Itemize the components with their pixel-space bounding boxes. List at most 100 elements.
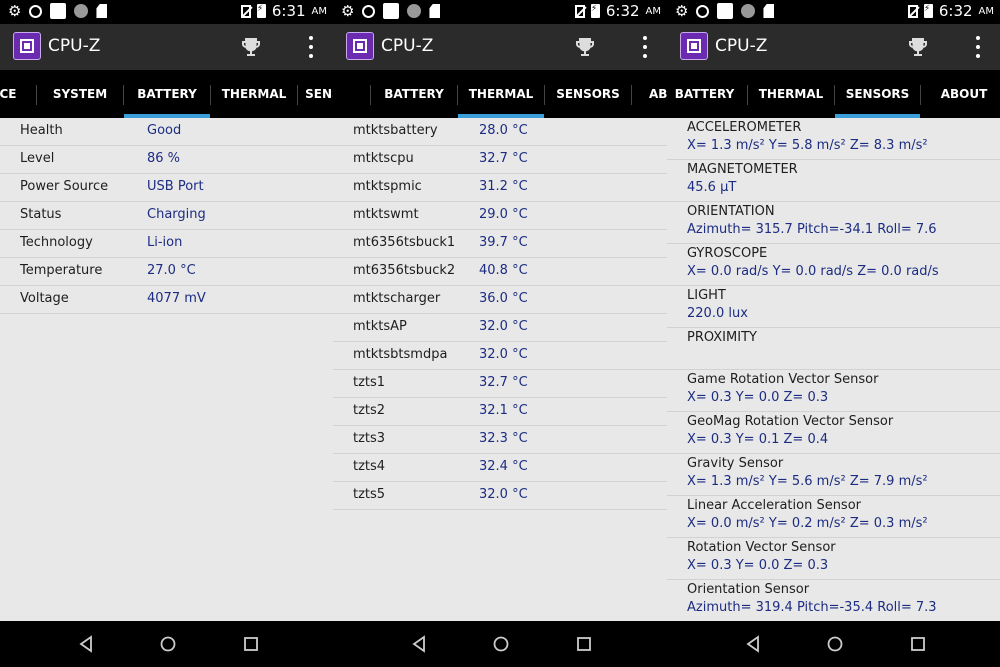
sensor-reading: 220.0 lux [687, 306, 748, 321]
sensor-name: GeoMag Rotation Vector Sensor [687, 414, 894, 429]
row-value: 27.0 °C [147, 263, 196, 278]
row-value: 32.7 °C [479, 375, 528, 390]
tab-about[interactable]: AB [649, 70, 667, 118]
tab-about[interactable]: ABOUT [921, 70, 1000, 118]
no-sim-icon [907, 4, 918, 18]
cpu-z-logo-icon [680, 32, 708, 60]
row-label: tzts4 [353, 459, 386, 474]
sensor-reading: X= 1.3 m/s² Y= 5.8 m/s² Z= 8.3 m/s² [687, 138, 928, 153]
tab-bar: BATTERY THERMAL SENSORS ABOUT [667, 70, 1000, 118]
app-bar: CPU-Z [667, 24, 1000, 70]
trophy-icon[interactable] [906, 35, 930, 59]
no-sim-icon [240, 4, 251, 18]
tab-thermal[interactable]: THERMAL [458, 70, 544, 118]
notification-square-icon [50, 3, 67, 19]
tab-bar: CE SYSTEM BATTERY THERMAL SENSO [0, 70, 333, 118]
row-value: Charging [147, 207, 206, 222]
data-saver-icon [696, 4, 710, 18]
sensor-reading: 45.6 μT [687, 180, 737, 195]
row-value: 32.1 °C [479, 403, 528, 418]
recents-icon[interactable] [908, 634, 928, 654]
gear-icon: ⚙ [675, 1, 689, 20]
table-row: tzts1 32.7 °C [333, 370, 667, 398]
sensor-name: Gravity Sensor [687, 456, 784, 471]
sim-icon [763, 4, 775, 18]
tab-bar: BATTERY THERMAL SENSORS AB [333, 70, 667, 118]
sensor-name: MAGNETOMETER [687, 162, 798, 177]
list-item: Orientation Sensor Azimuth= 319.4 Pitch=-… [667, 580, 1000, 622]
sensor-reading: X= 0.0 rad/s Y= 0.0 rad/s Z= 0.0 rad/s [687, 264, 939, 279]
tab-battery[interactable]: BATTERY [124, 70, 210, 118]
table-row: Voltage 4077 mV [0, 286, 333, 314]
sim-icon [96, 4, 108, 18]
recents-icon[interactable] [241, 634, 261, 654]
row-label: Technology [20, 235, 93, 250]
more-vert-icon[interactable] [974, 36, 982, 58]
table-row: mtktsbtsmdpa 32.0 °C [333, 342, 667, 370]
notification-square-icon [383, 3, 400, 19]
more-vert-icon[interactable] [307, 36, 315, 58]
row-value: 32.0 °C [479, 347, 528, 362]
table-row: mtktswmt 29.0 °C [333, 202, 667, 230]
row-value: Li-ion [147, 235, 183, 250]
phone-screen-thermal: ⚙ 6:32 AM CPU-Z BATTERY [333, 0, 667, 667]
sensor-reading: X= 0.3 Y= 0.0 Z= 0.3 [687, 558, 829, 573]
tab-battery[interactable]: BATTERY [371, 70, 457, 118]
list-item: Linear Acceleration Sensor X= 0.0 m/s² Y=… [667, 496, 1000, 538]
status-bar: ⚙ 6:31 AM [0, 0, 333, 24]
clock-ampm: AM [311, 5, 327, 17]
tab-thermal[interactable]: THERMAL [211, 70, 297, 118]
sensor-reading: X= 0.3 Y= 0.1 Z= 0.4 [687, 432, 829, 447]
table-row: Level 86 % [0, 146, 333, 174]
sensor-name: Rotation Vector Sensor [687, 540, 836, 555]
table-row: mtktscharger 36.0 °C [333, 286, 667, 314]
sensor-reading: X= 0.3 Y= 0.0 Z= 0.3 [687, 390, 829, 405]
home-icon[interactable] [158, 634, 178, 654]
row-value: Good [147, 123, 182, 138]
row-label: tzts2 [353, 403, 386, 418]
row-value: 28.0 °C [479, 123, 528, 138]
tab-sensors[interactable]: SENSO [298, 70, 333, 118]
dot-icon [74, 4, 89, 18]
list-item: Game Rotation Vector Sensor X= 0.3 Y= 0.0… [667, 370, 1000, 412]
back-icon[interactable] [409, 634, 429, 654]
table-row: Status Charging [0, 202, 333, 230]
tab-battery[interactable]: BATTERY [667, 70, 742, 118]
home-icon[interactable] [825, 634, 845, 654]
trophy-icon[interactable] [239, 35, 263, 59]
home-icon[interactable] [491, 634, 511, 654]
battery-charging-icon [590, 4, 600, 18]
row-value: 32.0 °C [479, 319, 528, 334]
row-value: 4077 mV [147, 291, 206, 306]
trophy-icon[interactable] [573, 35, 597, 59]
back-icon[interactable] [743, 634, 763, 654]
row-label: mtktsbattery [353, 123, 438, 138]
row-label: Level [20, 151, 55, 166]
tab-sensors[interactable]: SENSORS [835, 70, 920, 118]
back-icon[interactable] [76, 634, 96, 654]
list-item: Rotation Vector Sensor X= 0.3 Y= 0.0 Z= 0… [667, 538, 1000, 580]
tab-system[interactable]: SYSTEM [37, 70, 123, 118]
row-value: USB Port [147, 179, 204, 194]
tab-sensors[interactable]: SENSORS [545, 70, 631, 118]
sensor-reading: Azimuth= 315.7 Pitch=-34.1 Roll= 7.6 [687, 222, 937, 237]
clock-time: 6:31 [271, 2, 306, 20]
row-value: 40.8 °C [479, 263, 528, 278]
tab-device[interactable]: CE [0, 70, 20, 118]
table-row: mtktspmic 31.2 °C [333, 174, 667, 202]
tab-thermal[interactable]: THERMAL [748, 70, 834, 118]
list-item: ORIENTATION Azimuth= 315.7 Pitch=-34.1 Ro… [667, 202, 1000, 244]
navigation-bar [667, 621, 1000, 667]
status-bar: ⚙ 6:32 AM [667, 0, 1000, 24]
more-vert-icon[interactable] [641, 36, 649, 58]
row-label: mt6356tsbuck2 [353, 263, 456, 278]
app-bar: CPU-Z [333, 24, 667, 70]
sensor-reading: X= 1.3 m/s² Y= 5.6 m/s² Z= 7.9 m/s² [687, 474, 928, 489]
clock-time: 6:32 [938, 2, 973, 20]
sensor-list: ACCELEROMETER X= 1.3 m/s² Y= 5.8 m/s² Z= … [667, 118, 1000, 622]
app-title: CPU-Z [381, 36, 434, 56]
gear-icon: ⚙ [341, 1, 355, 20]
row-label: Temperature [20, 263, 103, 278]
recents-icon[interactable] [574, 634, 594, 654]
table-row: mt6356tsbuck2 40.8 °C [333, 258, 667, 286]
